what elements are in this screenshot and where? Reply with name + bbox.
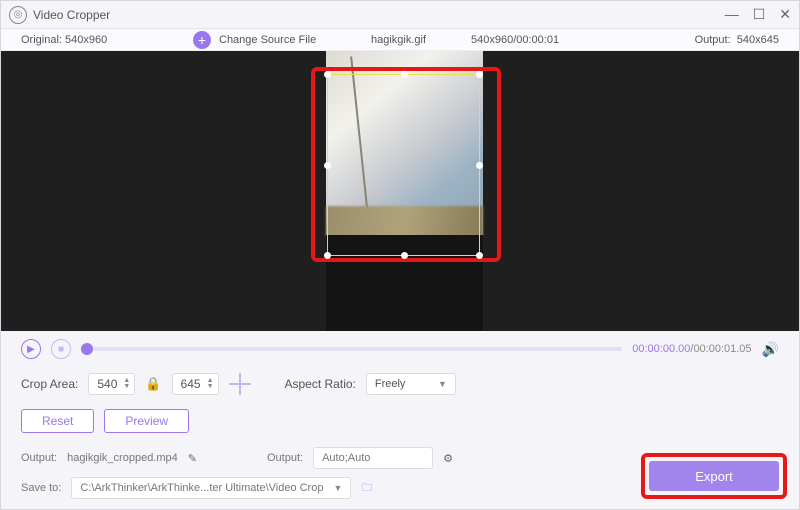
seek-bar[interactable] xyxy=(81,347,622,351)
original-value: 540x960 xyxy=(65,34,107,46)
app-icon: ◎ xyxy=(9,6,27,24)
save-path-select[interactable]: C:\ArkThinker\ArkThinke...ter Ultimate\V… xyxy=(71,477,351,499)
total-time: 00:00:01.05 xyxy=(693,343,751,355)
export-highlight: Export xyxy=(641,453,787,499)
current-time: 00:00:00.00 xyxy=(632,343,690,355)
browse-folder-icon[interactable]: 🗀 xyxy=(361,479,372,498)
center-crop-icon[interactable] xyxy=(229,373,251,395)
output-file-label: Output: xyxy=(21,452,57,464)
info-bar: Original: 540x960 + Change Source File h… xyxy=(1,29,799,51)
change-source-button[interactable]: Change Source File xyxy=(219,34,316,46)
volume-icon[interactable]: 🔊 xyxy=(762,341,779,358)
crop-height-input[interactable]: 645 ▲▼ xyxy=(172,373,219,395)
output-settings-select[interactable]: Auto;Auto xyxy=(313,447,433,469)
crop-area-label: Crop Area: xyxy=(21,377,78,391)
save-to-label: Save to: xyxy=(21,482,61,494)
crop-width-input[interactable]: 540 ▲▼ xyxy=(88,373,135,395)
output-settings-label: Output: xyxy=(267,452,303,464)
crop-handle-nw[interactable] xyxy=(324,71,331,78)
crop-handle-se[interactable] xyxy=(476,252,483,259)
crop-box[interactable] xyxy=(327,74,480,256)
output-label: Output: xyxy=(695,34,731,46)
window-title: Video Cropper xyxy=(33,8,110,22)
seek-knob[interactable] xyxy=(81,343,93,355)
edit-output-icon[interactable]: ✎ xyxy=(188,452,197,465)
output-settings-icon[interactable]: ⚙ xyxy=(443,452,453,465)
close-button[interactable]: ✕ xyxy=(779,6,791,23)
crop-handle-w[interactable] xyxy=(324,162,331,169)
stop-button[interactable]: ■ xyxy=(51,339,71,359)
output-file-value: hagikgik_cropped.mp4 xyxy=(67,452,178,464)
aspect-ratio-select[interactable]: Freely ▼ xyxy=(366,373,456,395)
export-button[interactable]: Export xyxy=(649,461,779,491)
source-filename: hagikgik.gif xyxy=(371,34,426,46)
original-label: Original: xyxy=(21,34,62,46)
add-source-icon[interactable]: + xyxy=(193,31,211,49)
playback-bar: ▶ ■ 00:00:00.00/00:00:01.05 🔊 xyxy=(21,339,779,359)
reset-button[interactable]: Reset xyxy=(21,409,94,433)
aspect-ratio-label: Aspect Ratio: xyxy=(285,377,356,391)
title-bar: ◎ Video Cropper — ☐ ✕ xyxy=(1,1,799,29)
maximize-button[interactable]: ☐ xyxy=(753,6,766,23)
crop-handle-ne[interactable] xyxy=(476,71,483,78)
source-dims-time: 540x960/00:00:01 xyxy=(471,34,559,46)
preview-area[interactable] xyxy=(1,51,799,331)
lock-aspect-icon[interactable]: 🔒 xyxy=(145,376,161,392)
crop-handle-sw[interactable] xyxy=(324,252,331,259)
crop-handle-s[interactable] xyxy=(401,252,408,259)
minimize-button[interactable]: — xyxy=(725,6,739,23)
play-button[interactable]: ▶ xyxy=(21,339,41,359)
crop-handle-e[interactable] xyxy=(476,162,483,169)
preview-button[interactable]: Preview xyxy=(104,409,189,433)
crop-handle-n[interactable] xyxy=(401,71,408,78)
output-value: 540x645 xyxy=(737,34,779,46)
